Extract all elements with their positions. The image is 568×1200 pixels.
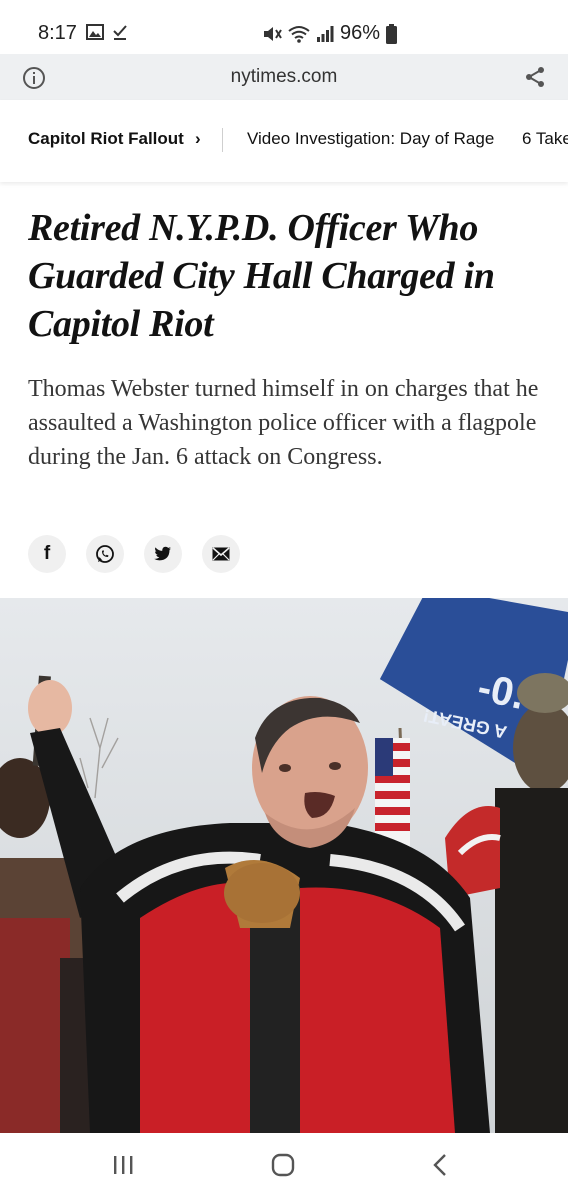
nav-link-truncated[interactable]: 6 Take	[522, 129, 568, 149]
twitter-icon	[154, 546, 171, 561]
chevron-right-icon: ›	[195, 129, 201, 148]
signal-icon	[317, 25, 334, 42]
home-icon[interactable]	[270, 1153, 296, 1177]
whatsapp-share-button[interactable]	[86, 535, 124, 573]
gallery-icon	[86, 24, 104, 40]
recents-icon[interactable]	[112, 1153, 134, 1177]
email-share-button[interactable]	[202, 535, 240, 573]
browser-url-bar[interactable]: nytimes.com	[0, 54, 568, 100]
status-time: 8:17	[38, 22, 77, 44]
twitter-share-button[interactable]	[144, 535, 182, 573]
share-tools: f	[28, 535, 240, 573]
battery-icon	[386, 23, 398, 44]
share-icon[interactable]	[524, 66, 546, 88]
nav-link-video-investigation[interactable]: Video Investigation: Day of Rage	[247, 129, 494, 149]
article-summary: Thomas Webster turned himself in on char…	[28, 376, 539, 470]
download-done-icon	[113, 25, 127, 40]
section-nav: Capitol Riot Fallout › Video Investigati…	[0, 100, 568, 182]
back-icon[interactable]	[432, 1153, 448, 1177]
facebook-icon: f	[43, 543, 51, 564]
mute-icon	[264, 26, 282, 41]
facebook-share-button[interactable]: f	[28, 535, 66, 573]
android-nav-bar	[0, 1133, 568, 1200]
battery-percent: 96%	[340, 22, 381, 44]
url-text[interactable]: nytimes.com	[0, 66, 568, 88]
nav-divider	[222, 128, 223, 152]
email-icon	[212, 547, 230, 561]
status-bar: 8:17 96%	[0, 0, 568, 54]
section-link-capitol-riot-fallout[interactable]: Capitol Riot Fallout	[28, 129, 184, 149]
wifi-icon	[288, 25, 310, 43]
whatsapp-icon	[96, 545, 114, 563]
article-headline: Retired N.Y.P.D. Officer Who Guarded Cit…	[28, 207, 495, 345]
capitol-riot-photo: -0. A GREAT!	[0, 598, 568, 1133]
article-photo: -0. A GREAT!	[0, 598, 568, 1133]
